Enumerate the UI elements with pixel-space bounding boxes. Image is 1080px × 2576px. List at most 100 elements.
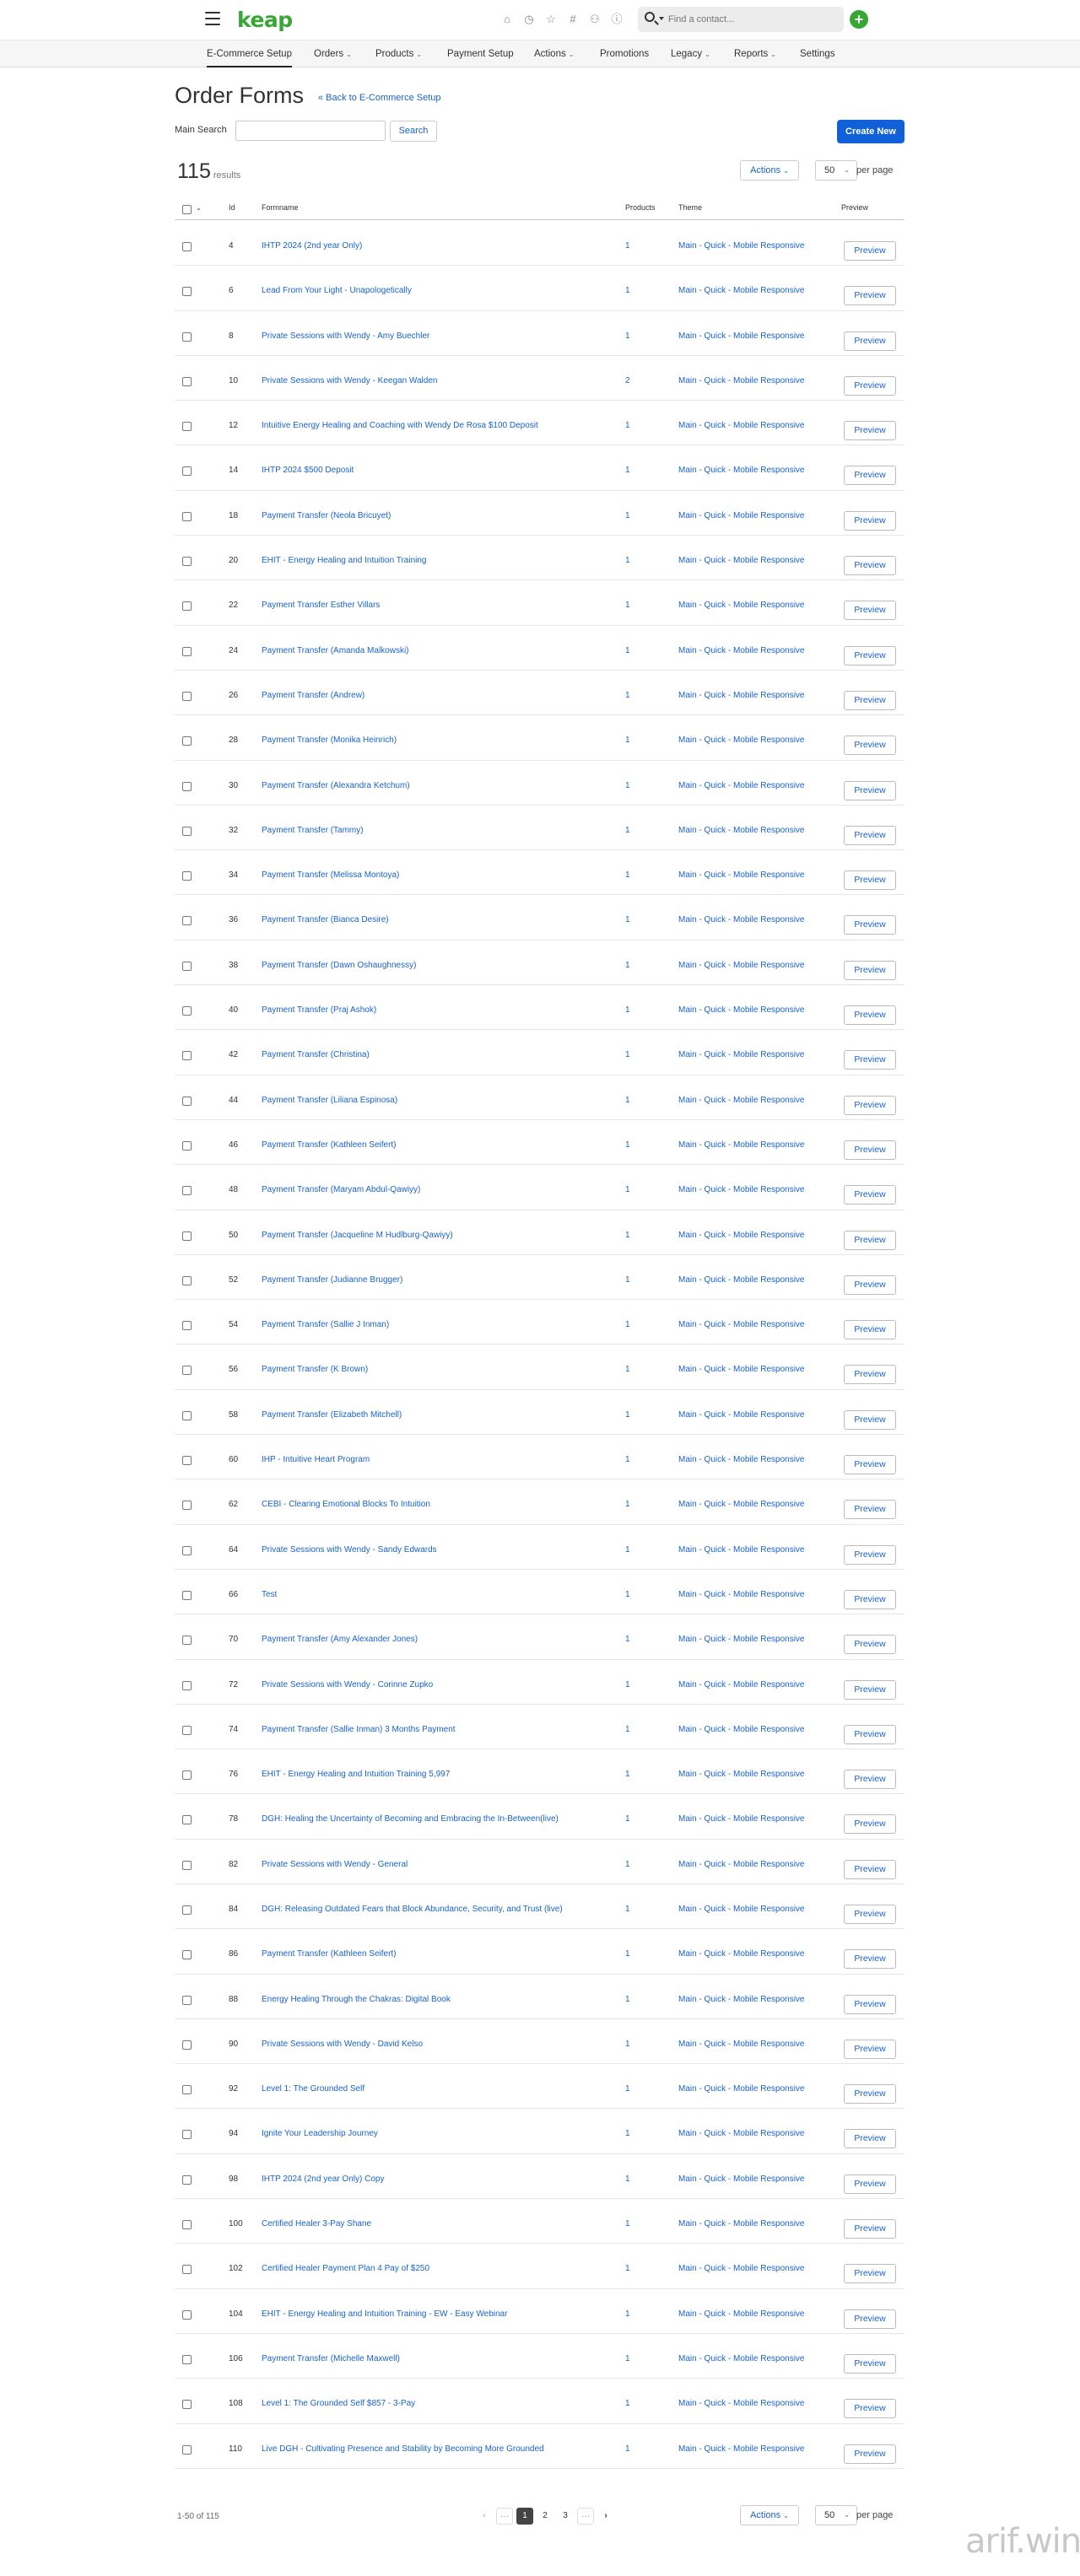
theme-link[interactable]: Main - Quick - Mobile Responsive [678,466,805,475]
form-name-link[interactable]: Ignite Your Leadership Journey [262,2129,378,2138]
preview-button[interactable]: Preview [844,1095,896,1115]
per-page-select-bottom[interactable]: 50 ⌄ [815,2505,857,2525]
column-header-formname[interactable]: Formname [262,203,299,212]
row-checkbox[interactable] [182,961,192,971]
row-checkbox[interactable] [182,916,192,926]
theme-link[interactable]: Main - Quick - Mobile Responsive [678,961,805,970]
theme-link[interactable]: Main - Quick - Mobile Responsive [678,1410,805,1420]
products-count-link[interactable]: 1 [625,826,630,835]
products-count-link[interactable]: 1 [625,2399,630,2408]
row-checkbox[interactable] [182,1231,192,1241]
preview-button[interactable]: Preview [844,1140,896,1160]
row-checkbox[interactable] [182,1006,192,1016]
theme-link[interactable]: Main - Quick - Mobile Responsive [678,1770,805,1779]
search-button[interactable]: Search [390,121,437,142]
row-checkbox[interactable] [182,511,192,521]
theme-link[interactable]: Main - Quick - Mobile Responsive [678,1545,805,1555]
preview-button[interactable]: Preview [844,286,896,306]
preview-button[interactable]: Preview [844,1005,896,1026]
row-checkbox[interactable] [182,1456,192,1466]
theme-link[interactable]: Main - Quick - Mobile Responsive [678,781,805,790]
products-count-link[interactable]: 1 [625,1365,630,1374]
products-count-link[interactable]: 1 [625,1590,630,1599]
form-name-link[interactable]: Payment Transfer (Michelle Maxwell) [262,2354,400,2363]
preview-button[interactable]: Preview [844,1409,896,1430]
nav-legacy[interactable]: Legacy ⌄ [671,40,710,67]
form-name-link[interactable]: EHIT - Energy Healing and Intuition Trai… [262,556,426,565]
form-name-link[interactable]: Payment Transfer (Jacqueline M Hudlburg-… [262,1231,453,1240]
products-count-link[interactable]: 1 [625,1635,630,1644]
row-checkbox[interactable] [182,287,192,297]
column-header-products[interactable]: Products [625,203,656,212]
theme-link[interactable]: Main - Quick - Mobile Responsive [678,2264,805,2273]
row-checkbox[interactable] [182,1545,192,1555]
preview-button[interactable]: Preview [844,1859,896,1879]
search-type-dropdown-icon[interactable] [659,17,664,20]
row-checkbox[interactable] [182,2175,192,2185]
products-count-link[interactable]: 1 [625,331,630,341]
theme-link[interactable]: Main - Quick - Mobile Responsive [678,1725,805,1734]
form-name-link[interactable]: Private Sessions with Wendy - Amy Buechl… [262,331,429,341]
row-checkbox[interactable] [182,826,192,836]
theme-link[interactable]: Main - Quick - Mobile Responsive [678,1140,805,1150]
row-checkbox[interactable] [182,1680,192,1690]
row-checkbox[interactable] [182,1770,192,1781]
nav-orders[interactable]: Orders ⌄ [314,40,352,67]
preview-button[interactable]: Preview [844,2039,896,2059]
products-count-link[interactable]: 1 [625,241,630,251]
form-name-link[interactable]: Private Sessions with Wendy - Keegan Wal… [262,376,437,385]
form-name-link[interactable]: Payment Transfer (Bianca Desire) [262,915,389,924]
form-name-link[interactable]: Payment Transfer (Liliana Espinosa) [262,1096,397,1105]
form-name-link[interactable]: Payment Transfer (Judianne Brugger) [262,1275,402,1285]
form-name-link[interactable]: DGH: Releasing Outdated Fears that Block… [262,1905,563,1914]
products-count-link[interactable]: 1 [625,286,630,295]
page-2-button[interactable]: 2 [537,2508,554,2525]
products-count-link[interactable]: 1 [625,556,630,565]
theme-link[interactable]: Main - Quick - Mobile Responsive [678,376,805,385]
products-count-link[interactable]: 1 [625,1140,630,1150]
products-count-link[interactable]: 1 [625,1725,630,1734]
products-count-link[interactable]: 1 [625,1320,630,1329]
preview-button[interactable]: Preview [844,510,896,531]
products-count-link[interactable]: 1 [625,1545,630,1555]
row-checkbox[interactable] [182,1860,192,1870]
theme-link[interactable]: Main - Quick - Mobile Responsive [678,556,805,565]
products-count-link[interactable]: 1 [625,601,630,610]
preview-button[interactable]: Preview [844,1679,896,1700]
preview-button[interactable]: Preview [844,2129,896,2149]
row-checkbox[interactable] [182,1995,192,2005]
theme-link[interactable]: Main - Quick - Mobile Responsive [678,1590,805,1599]
preview-button[interactable]: Preview [844,645,896,666]
theme-link[interactable]: Main - Quick - Mobile Responsive [678,2129,805,2138]
form-name-link[interactable]: Payment Transfer (K Brown) [262,1365,368,1374]
preview-button[interactable]: Preview [844,2353,896,2374]
theme-link[interactable]: Main - Quick - Mobile Responsive [678,1096,805,1105]
row-checkbox[interactable] [182,2040,192,2050]
row-checkbox[interactable] [182,1950,192,1960]
preview-button[interactable]: Preview [844,960,896,980]
row-checkbox[interactable] [182,422,192,432]
preview-button[interactable]: Preview [844,556,896,576]
form-name-link[interactable]: DGH: Healing the Uncertainty of Becoming… [262,1814,559,1824]
row-checkbox[interactable] [182,1725,192,1735]
preview-button[interactable]: Preview [844,1994,896,2014]
form-name-link[interactable]: Payment Transfer (Melissa Montoya) [262,870,399,880]
row-checkbox[interactable] [182,331,192,342]
row-checkbox[interactable] [182,466,192,477]
form-name-link[interactable]: Payment Transfer (Kathleen Seifert) [262,1949,397,1959]
row-checkbox[interactable] [182,1186,192,1196]
form-name-link[interactable]: Intuitive Energy Healing and Coaching wi… [262,421,538,430]
row-checkbox[interactable] [182,736,192,746]
preview-button[interactable]: Preview [844,825,896,845]
page-3-button[interactable]: 3 [557,2508,574,2525]
preview-button[interactable]: Preview [844,1230,896,1250]
row-checkbox[interactable] [182,1366,192,1376]
preview-button[interactable]: Preview [844,2174,896,2194]
products-count-link[interactable]: 1 [625,2175,630,2184]
products-count-link[interactable]: 1 [625,2354,630,2363]
theme-link[interactable]: Main - Quick - Mobile Responsive [678,2175,805,2184]
products-count-link[interactable]: 1 [625,1905,630,1914]
products-count-link[interactable]: 1 [625,466,630,475]
preview-button[interactable]: Preview [844,2264,896,2284]
preview-button[interactable]: Preview [844,1904,896,1924]
